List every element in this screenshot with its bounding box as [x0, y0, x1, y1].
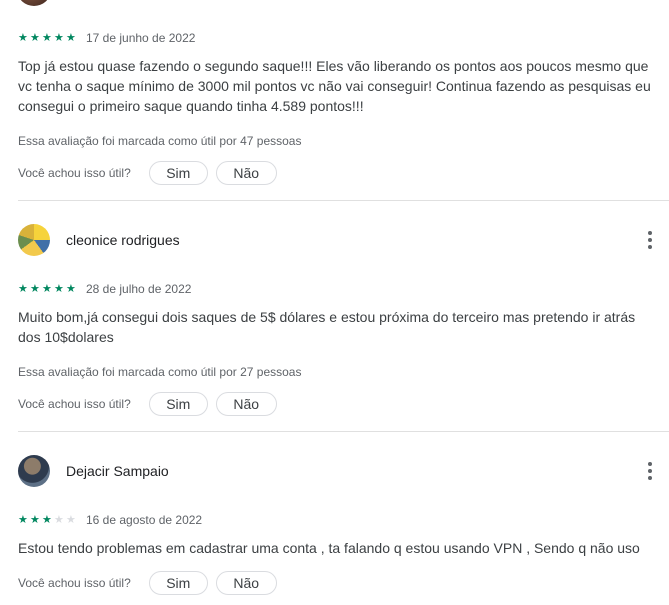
star-icon: ★ [66, 282, 76, 295]
helpful-row: Você achou isso útil? Sim Não [18, 391, 277, 417]
review-header: cleonice rodrigues [18, 224, 669, 256]
avatar[interactable] [18, 0, 50, 6]
more-vert-icon[interactable] [643, 228, 657, 252]
rating-row: ★ ★ ★ ★ ★ 17 de junho de 2022 [18, 29, 195, 47]
helpful-yes-button[interactable]: Sim [148, 161, 208, 185]
helpful-count: Essa avaliação foi marcada como útil por… [18, 134, 302, 148]
helpful-no-button[interactable]: Não [215, 392, 277, 416]
review-text-line: vc tenha o saque mínimo de 3000 mil pont… [18, 78, 651, 94]
review-header: Dejacir Sampaio [18, 455, 669, 487]
star-icon: ★ [54, 282, 64, 295]
review-date: 16 de agosto de 2022 [86, 513, 203, 527]
star-icon: ★ [18, 282, 28, 295]
star-rating: ★ ★ ★ ★ ★ [18, 282, 78, 295]
avatar[interactable] [18, 455, 50, 487]
star-icon: ★ [54, 513, 64, 526]
review-text: Muito bom,já consegui dois saques de 5$ … [18, 307, 669, 347]
review-text: Top já estou quase fazendo o segundo saq… [18, 56, 669, 116]
review-text-line: Estou tendo problemas em cadastrar uma c… [18, 540, 640, 556]
review-text-line: Muito bom,já consegui dois saques de 5$ … [18, 309, 636, 325]
rating-row: ★ ★ ★ ★ ★ 28 de julho de 2022 [18, 280, 191, 298]
star-icon: ★ [42, 282, 52, 295]
star-icon: ★ [18, 31, 28, 44]
review-date: 17 de junho de 2022 [86, 31, 196, 45]
helpful-yes-button[interactable]: Sim [148, 392, 208, 416]
star-rating: ★ ★ ★ ★ ★ [18, 31, 78, 44]
star-rating: ★ ★ ★ ★ ★ [18, 513, 78, 526]
star-icon: ★ [54, 31, 64, 44]
helpful-no-button[interactable]: Não [215, 571, 277, 595]
star-icon: ★ [18, 513, 28, 526]
helpful-row: Você achou isso útil? Sim Não [18, 160, 277, 186]
helpful-no-button[interactable]: Não [215, 161, 277, 185]
helpful-count: Essa avaliação foi marcada como útil por… [18, 365, 302, 379]
divider [18, 431, 669, 432]
helpful-question: Você achou isso útil? [18, 397, 131, 411]
review-text-line: dos 10$dolares [18, 329, 114, 345]
helpful-question: Você achou isso útil? [18, 576, 131, 590]
helpful-row: Você achou isso útil? Sim Não [18, 570, 277, 596]
star-icon: ★ [30, 513, 40, 526]
review-text: Estou tendo problemas em cadastrar uma c… [18, 538, 669, 558]
author-name: Dejacir Sampaio [66, 463, 169, 479]
author-name: cleonice rodrigues [66, 232, 180, 248]
review-date: 28 de julho de 2022 [86, 282, 192, 296]
star-icon: ★ [66, 513, 76, 526]
star-icon: ★ [30, 31, 40, 44]
star-icon: ★ [42, 513, 52, 526]
divider [18, 200, 669, 201]
helpful-yes-button[interactable]: Sim [148, 571, 208, 595]
helpful-question: Você achou isso útil? [18, 166, 131, 180]
rating-row: ★ ★ ★ ★ ★ 16 de agosto de 2022 [18, 511, 202, 529]
review-text-line: Top já estou quase fazendo o segundo saq… [18, 58, 649, 74]
star-icon: ★ [30, 282, 40, 295]
review-text-line: consegui o primeiro saque quando tinha 4… [18, 98, 364, 114]
star-icon: ★ [42, 31, 52, 44]
star-icon: ★ [66, 31, 76, 44]
more-vert-icon[interactable] [643, 459, 657, 483]
avatar[interactable] [18, 224, 50, 256]
